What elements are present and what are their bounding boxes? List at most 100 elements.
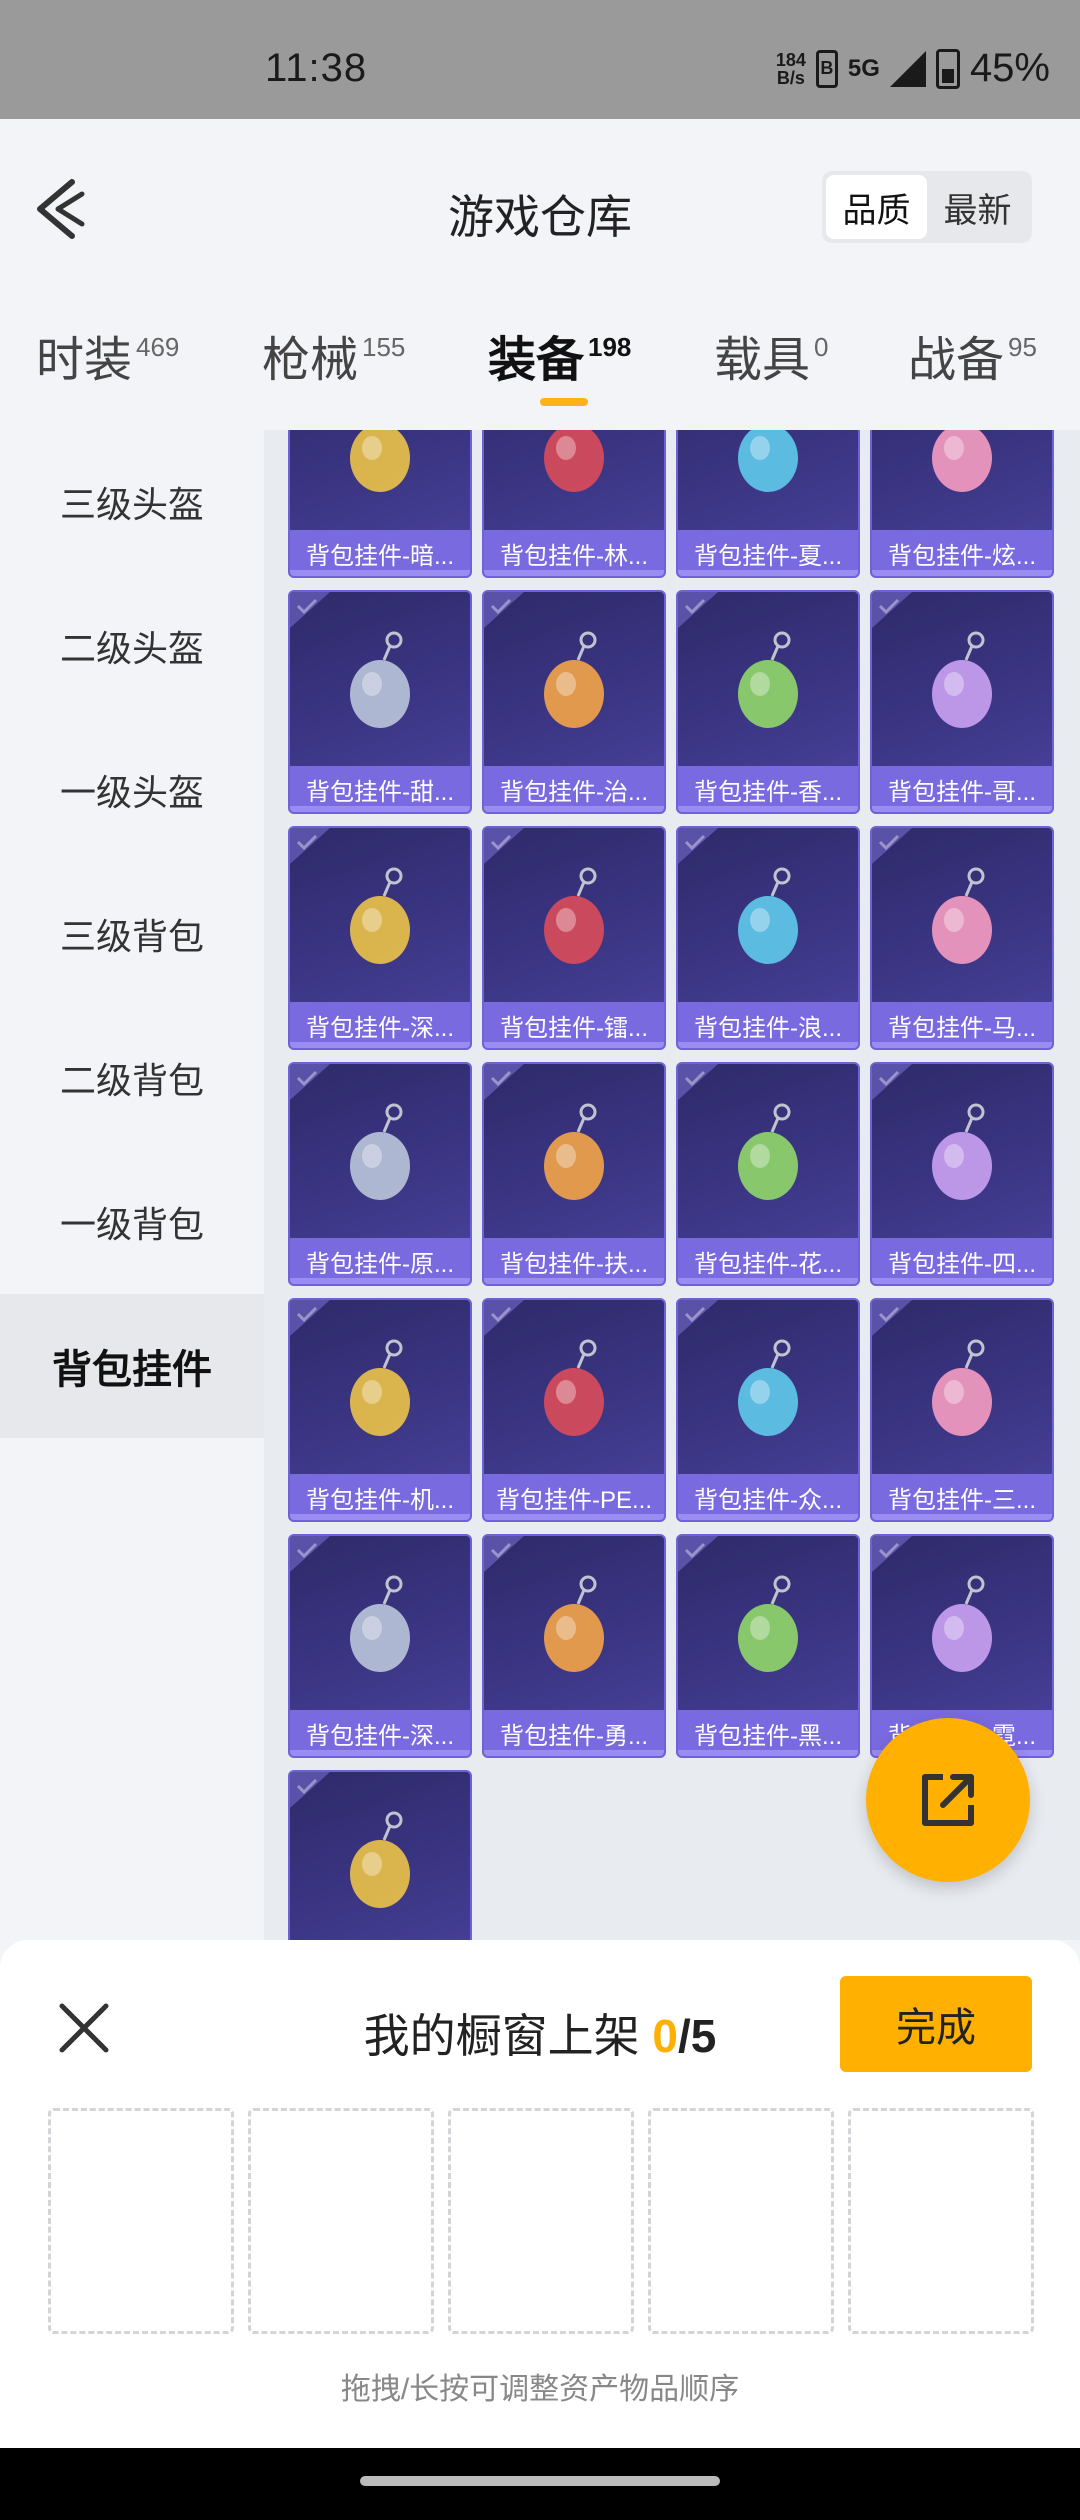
item-label: 背包挂件-黑... — [678, 1710, 858, 1756]
item-card[interactable]: 背包挂件-花... — [676, 1062, 860, 1286]
item-label: 背包挂件-四... — [872, 1238, 1052, 1284]
cocktail-icon — [738, 631, 798, 728]
select-check-icon[interactable] — [290, 828, 330, 864]
item-label: 背包挂件-甜... — [290, 766, 470, 812]
tab-vehicles[interactable]: 载具 0 — [714, 320, 828, 390]
item-card[interactable]: 背包挂件-暗... — [288, 430, 472, 578]
tab-fashion[interactable]: 时装 469 — [36, 320, 179, 390]
showcase-slot[interactable] — [648, 2108, 834, 2334]
select-check-icon[interactable] — [678, 1064, 718, 1100]
helmet-camo-icon — [932, 1339, 992, 1436]
select-check-icon[interactable] — [872, 1536, 912, 1572]
sidebar-item-backpack-1[interactable]: 一级背包 — [0, 1150, 264, 1294]
item-card[interactable]: 背包挂件-马... — [870, 826, 1054, 1050]
canister-icon — [544, 631, 604, 728]
item-card[interactable]: 背包挂件-深... — [288, 826, 472, 1050]
select-check-icon[interactable] — [872, 828, 912, 864]
status-time: 11:38 — [265, 46, 368, 90]
item-label: 背包挂件-哥... — [872, 766, 1052, 812]
sidebar: 三级头盔 二级头盔 一级头盔 三级背包 二级背包 一级背包 背包挂件 — [0, 430, 264, 1940]
share-button[interactable] — [866, 1718, 1030, 1882]
select-check-icon[interactable] — [484, 1536, 524, 1572]
sidebar-item-backpack-3[interactable]: 三级背包 — [0, 862, 264, 1006]
item-card[interactable]: 背包挂件-镭... — [482, 826, 666, 1050]
select-check-icon[interactable] — [290, 1064, 330, 1100]
item-card[interactable]: 背包挂件-林... — [482, 430, 666, 578]
item-card[interactable]: 背包挂件-三... — [870, 1298, 1054, 1522]
pendant-icon — [738, 430, 798, 492]
tie-icon — [544, 1103, 604, 1200]
item-card[interactable]: 背包挂件-PE... — [482, 1298, 666, 1522]
sort-quality[interactable]: 品质 — [826, 175, 927, 239]
select-check-icon[interactable] — [678, 1300, 718, 1336]
item-label: 背包挂件-镭... — [484, 1002, 664, 1048]
select-check-icon[interactable] — [290, 1300, 330, 1336]
item-label: 背包挂件-花... — [678, 1238, 858, 1284]
showcase-sheet: 我的橱窗上架 0/5 完成 拖拽/长按可调整资产物品顺序 — [0, 1940, 1080, 2448]
item-card[interactable]: 背包挂件-深... — [288, 1534, 472, 1758]
submarine-icon — [350, 1575, 410, 1672]
item-card[interactable]: 背包挂件-扶... — [482, 1062, 666, 1286]
item-card[interactable]: 背包挂件-众... — [676, 1298, 860, 1522]
sidebar-item-backpack-2[interactable]: 二级背包 — [0, 1006, 264, 1150]
tab-guns[interactable]: 枪械 155 — [262, 320, 405, 390]
item-card[interactable]: 背包挂件-四... — [870, 1062, 1054, 1286]
sidebar-item-helmet-3[interactable]: 三级头盔 — [0, 430, 264, 574]
showcase-slot[interactable] — [48, 2108, 234, 2334]
item-label: 背包挂件-治... — [484, 766, 664, 812]
item-label: 背包挂件-暗... — [290, 530, 470, 576]
sidebar-item-helmet-1[interactable]: 一级头盔 — [0, 718, 264, 862]
mask-icon — [350, 1811, 410, 1908]
item-card[interactable]: 背包挂件-哥... — [870, 590, 1054, 814]
showcase-slot[interactable] — [848, 2108, 1034, 2334]
select-check-icon[interactable] — [484, 1064, 524, 1100]
sidebar-item-helmet-2[interactable]: 二级头盔 — [0, 574, 264, 718]
item-card[interactable]: 背包挂件-浪... — [676, 826, 860, 1050]
sidebar-item-backpack-pendant[interactable]: 背包挂件 — [0, 1294, 264, 1438]
item-card[interactable]: 背包挂件-金... — [288, 1770, 472, 1940]
select-check-icon[interactable] — [872, 1064, 912, 1100]
tab-supplies[interactable]: 战备 95 — [908, 320, 1037, 390]
select-check-icon[interactable] — [290, 592, 330, 628]
item-label: 背包挂件-三... — [872, 1474, 1052, 1520]
item-label: 背包挂件-香... — [678, 766, 858, 812]
neon-cake-icon — [932, 1575, 992, 1672]
select-check-icon[interactable] — [872, 592, 912, 628]
golden-tag-icon — [350, 867, 410, 964]
home-handle[interactable] — [360, 2476, 720, 2486]
item-card[interactable]: 背包挂件-黑... — [676, 1534, 860, 1758]
item-label: 背包挂件-林... — [484, 530, 664, 576]
treasure-chest-icon — [544, 1575, 604, 1672]
done-button[interactable]: 完成 — [840, 1976, 1032, 2072]
item-label: 背包挂件-机... — [290, 1474, 470, 1520]
select-check-icon[interactable] — [484, 828, 524, 864]
item-card[interactable]: 背包挂件-治... — [482, 590, 666, 814]
select-check-icon[interactable] — [872, 1300, 912, 1336]
select-check-icon[interactable] — [678, 592, 718, 628]
item-card[interactable]: 背包挂件-香... — [676, 590, 860, 814]
select-check-icon[interactable] — [678, 1536, 718, 1572]
select-check-icon[interactable] — [678, 828, 718, 864]
winged-badge-icon — [738, 1339, 798, 1436]
sort-newest[interactable]: 最新 — [927, 175, 1028, 239]
item-card[interactable]: 背包挂件-甜... — [288, 590, 472, 814]
item-card[interactable]: 背包挂件-夏... — [676, 430, 860, 578]
item-card[interactable]: 背包挂件-原... — [288, 1062, 472, 1286]
item-label: 背包挂件-原... — [290, 1238, 470, 1284]
net-speed: 184 B/s — [775, 49, 806, 88]
item-label: 背包挂件-众... — [678, 1474, 858, 1520]
item-card[interactable]: 背包挂件-机... — [288, 1298, 472, 1522]
item-card[interactable]: 背包挂件-炫... — [870, 430, 1054, 578]
showcase-slot[interactable] — [248, 2108, 434, 2334]
category-tabs: 时装 469 枪械 155 装备 198 载具 0 战备 95 — [0, 300, 1080, 420]
tab-equipment[interactable]: 装备 198 — [488, 320, 631, 390]
status-bar: 11:38 184 B/s B 5G 45% — [0, 0, 1080, 119]
select-check-icon[interactable] — [484, 1300, 524, 1336]
select-check-icon[interactable] — [484, 592, 524, 628]
item-card[interactable]: 背包挂件-勇... — [482, 1534, 666, 1758]
share-icon — [922, 1774, 974, 1826]
select-check-icon[interactable] — [290, 1772, 330, 1808]
showcase-slot[interactable] — [448, 2108, 634, 2334]
battery-percent: 45% — [969, 46, 1050, 90]
select-check-icon[interactable] — [290, 1536, 330, 1572]
